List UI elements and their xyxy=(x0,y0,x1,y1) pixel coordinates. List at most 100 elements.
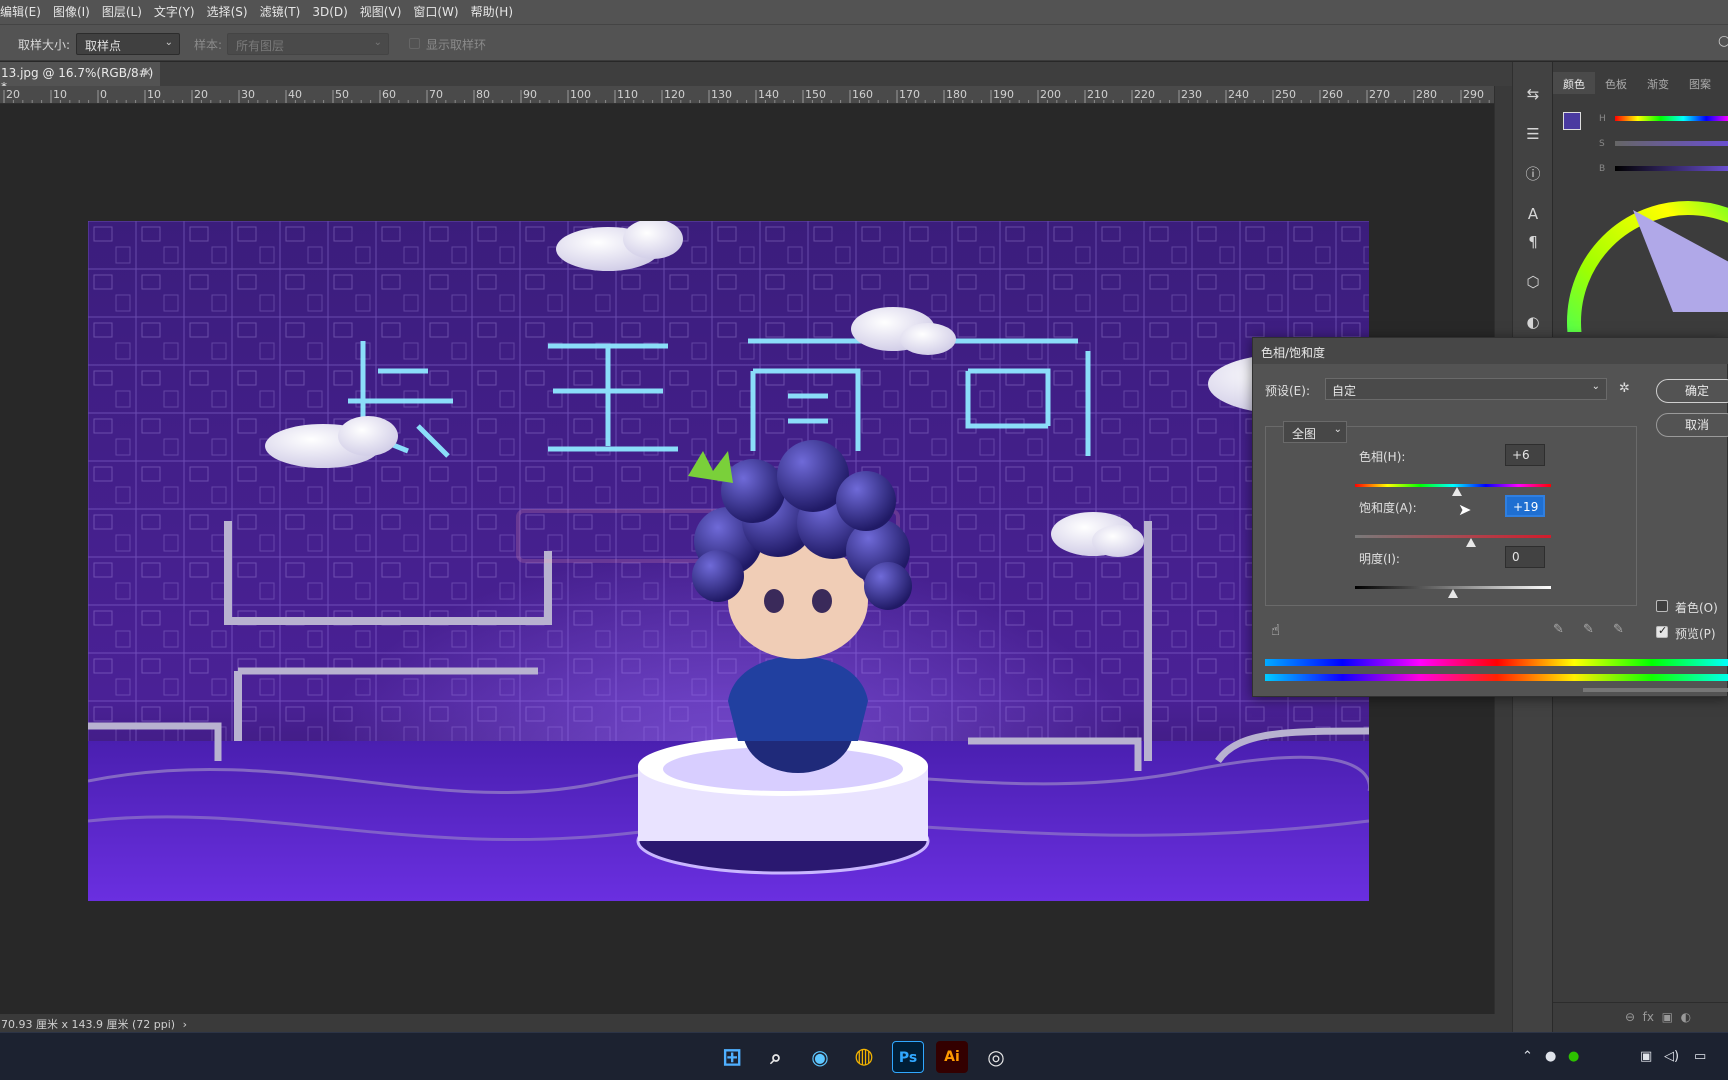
channel-select[interactable]: 全图 ⌄ xyxy=(1283,421,1347,443)
qq-icon[interactable]: ● xyxy=(1545,1049,1556,1064)
menu-filter[interactable]: 滤镜(T) xyxy=(254,0,307,24)
ruler-label: 160 xyxy=(852,88,873,101)
ruler-label: 30 xyxy=(241,88,255,101)
ruler-label: 80 xyxy=(476,88,490,101)
close-icon[interactable]: × xyxy=(142,65,152,79)
menu-window[interactable]: 窗口(W) xyxy=(407,0,464,24)
tray-chevron-up-icon[interactable]: ⌃ xyxy=(1522,1049,1533,1064)
3d-icon[interactable]: ⬡ xyxy=(1523,272,1543,292)
color-wheel[interactable] xyxy=(1553,192,1728,332)
colorize-checkbox[interactable] xyxy=(1656,600,1668,612)
hue-slider[interactable] xyxy=(1615,116,1728,121)
gear-icon[interactable]: ✲ xyxy=(1619,381,1630,396)
ok-button[interactable]: 确定 xyxy=(1656,379,1728,403)
battery-icon[interactable]: ▭ xyxy=(1694,1049,1706,1064)
ruler-label: 10 xyxy=(53,88,67,101)
adjustments-icon[interactable]: ☰ xyxy=(1523,124,1543,144)
ruler-label: 130 xyxy=(711,88,732,101)
menu-3d[interactable]: 3D(D) xyxy=(306,0,353,24)
ruler-label: 260 xyxy=(1322,88,1343,101)
search-icon[interactable]: ⌕ xyxy=(760,1041,792,1073)
lightness-slider-thumb[interactable] xyxy=(1448,589,1458,598)
preset-select[interactable]: 自定 ⌄ xyxy=(1325,378,1607,400)
range-scrollbar[interactable] xyxy=(1583,688,1728,692)
ruler-label: 190 xyxy=(993,88,1014,101)
foreground-color-swatch[interactable] xyxy=(1563,112,1581,130)
lightness-input[interactable]: 0 xyxy=(1505,546,1545,568)
menu-edit[interactable]: 编辑(E) xyxy=(0,0,47,24)
volume-icon[interactable]: ◁) xyxy=(1664,1049,1679,1064)
menu-view[interactable]: 视图(V) xyxy=(354,0,408,24)
options-bar: 取样大小: 取样点 ⌄ 样本: 所有图层 ⌄ 显示取样环 ○ xyxy=(0,24,1728,61)
b-label: B xyxy=(1599,164,1606,174)
wechat-icon[interactable]: ● xyxy=(1568,1049,1579,1064)
network-icon[interactable]: ▣ xyxy=(1640,1049,1652,1064)
ruler-label: 210 xyxy=(1087,88,1108,101)
brightness-slider[interactable] xyxy=(1615,166,1728,171)
cancel-button[interactable]: 取消 xyxy=(1656,413,1728,437)
chrome-icon[interactable]: ◍ xyxy=(848,1041,880,1073)
history-icon[interactable]: ⇆ xyxy=(1523,84,1543,104)
panel-footer: ⊖ fx ▣ ◐ xyxy=(1553,1002,1728,1032)
sample-label: 样本: xyxy=(194,38,223,52)
ruler-ticks: 20 10 0 10 20 30 40 50 60 70 80 90 100 110 120 130 140 15… xyxy=(3,88,1490,103)
tab-color[interactable]: 颜色 xyxy=(1553,72,1595,94)
character-icon[interactable]: A xyxy=(1523,204,1543,224)
ruler-label: 10 xyxy=(147,88,161,101)
document-tab[interactable]: 13.jpg @ 16.7%(RGB/8#) * × xyxy=(0,62,160,94)
sample-value: 所有图层 xyxy=(236,39,285,53)
ruler-label: 40 xyxy=(288,88,302,101)
ruler-label: 50 xyxy=(335,88,349,101)
menu-help[interactable]: 帮助(H) xyxy=(465,0,519,24)
color-panel-tabs: 颜色 色板 渐变 图案 xyxy=(1553,72,1728,94)
saturation-slider-thumb[interactable] xyxy=(1465,538,1476,547)
preset-label: 预设(E): xyxy=(1265,384,1310,398)
preview-label: 预览(P) xyxy=(1675,627,1716,641)
hue-saturation-dialog: 色相/饱和度 预设(E): 自定 ⌄ ✲ 确定 取消 全图 ⌄ 色相(H): +… xyxy=(1252,337,1728,697)
ruler-label: 70 xyxy=(429,88,443,101)
hue-input[interactable]: +6 xyxy=(1505,444,1545,466)
s-label: S xyxy=(1599,139,1605,149)
illustrator-icon[interactable]: Ai xyxy=(936,1041,968,1073)
cloud-icon[interactable]: ○ xyxy=(1718,33,1728,49)
menu-bar: 编辑(E) 图像(I) 图层(L) 文字(Y) 选择(S) 滤镜(T) 3D(D… xyxy=(0,0,1728,24)
swatch-circle-icon[interactable]: ◐ xyxy=(1523,312,1543,332)
tab-swatches[interactable]: 色板 xyxy=(1595,72,1637,94)
taskbar: ⊞ ⌕ ◉ ◍ Ps Ai ◎ ⌃ ● ● ▣ ◁) ▭ xyxy=(0,1032,1728,1080)
channel-value: 全图 xyxy=(1292,427,1317,441)
targeted-adjustment-hand-icon[interactable]: ☝ xyxy=(1271,621,1280,639)
sample-size-value: 取样点 xyxy=(85,39,122,53)
chevron-right-icon[interactable]: › xyxy=(183,1018,187,1031)
ruler-label: 200 xyxy=(1040,88,1061,101)
source-spectrum-bar xyxy=(1265,659,1728,666)
sample-select[interactable]: 所有图层 ⌄ xyxy=(227,33,389,55)
menu-image[interactable]: 图像(I) xyxy=(47,0,96,24)
tab-row: 13.jpg @ 16.7%(RGB/8#) * × xyxy=(0,62,1512,94)
adjustment-group xyxy=(1265,426,1637,606)
artwork-image[interactable] xyxy=(88,221,1369,901)
saturation-slider-track[interactable] xyxy=(1355,535,1551,538)
hue-slider-thumb[interactable] xyxy=(1451,487,1462,496)
info-icon[interactable]: ⓘ xyxy=(1523,164,1543,184)
obs-icon[interactable]: ◎ xyxy=(980,1041,1012,1073)
show-ring-checkbox[interactable] xyxy=(409,38,420,49)
sample-size-select[interactable]: 取样点 ⌄ xyxy=(76,33,180,55)
saturation-input[interactable]: +19 xyxy=(1505,495,1545,517)
browser-icon[interactable]: ◉ xyxy=(804,1041,836,1073)
saturation-slider[interactable] xyxy=(1615,141,1728,146)
menu-type[interactable]: 文字(Y) xyxy=(148,0,201,24)
photoshop-icon[interactable]: Ps xyxy=(892,1041,924,1073)
eyedropper-plus-icon[interactable]: ✎ xyxy=(1583,622,1594,637)
tab-gradients[interactable]: 渐变 xyxy=(1637,72,1679,94)
eyedropper-icon[interactable]: ✎ xyxy=(1553,622,1564,637)
ruler-label: 230 xyxy=(1181,88,1202,101)
eyedropper-minus-icon[interactable]: ✎ xyxy=(1613,622,1624,637)
ruler-label: 170 xyxy=(899,88,920,101)
menu-layer[interactable]: 图层(L) xyxy=(96,0,148,24)
preview-checkbox[interactable] xyxy=(1656,624,1668,638)
start-windows-icon[interactable]: ⊞ xyxy=(716,1041,748,1073)
tab-patterns[interactable]: 图案 xyxy=(1679,72,1721,94)
ruler-label: 60 xyxy=(382,88,396,101)
menu-select[interactable]: 选择(S) xyxy=(201,0,254,24)
paragraph-icon[interactable]: ¶ xyxy=(1523,232,1543,252)
